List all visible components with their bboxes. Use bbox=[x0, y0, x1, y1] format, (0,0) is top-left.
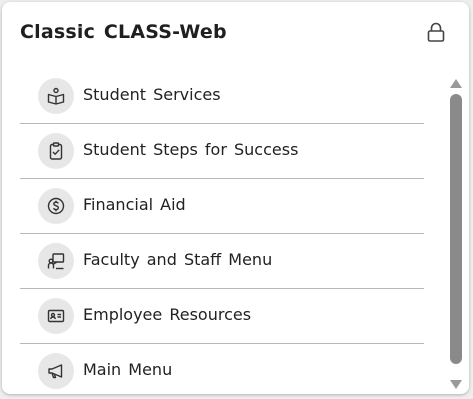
menu-item-main-menu[interactable]: Main Menu bbox=[20, 344, 424, 394]
lock-icon[interactable] bbox=[427, 22, 445, 42]
presentation-icon bbox=[38, 243, 74, 279]
classic-class-web-card: Classic CLASS-Web Student Services Stude… bbox=[2, 2, 469, 394]
clipboard-check-icon bbox=[38, 133, 74, 169]
menu-item-employee-resources[interactable]: Employee Resources bbox=[20, 289, 424, 344]
menu-item-label: Main Menu bbox=[83, 360, 173, 379]
menu-item-label: Faculty and Staff Menu bbox=[83, 250, 273, 269]
menu-item-student-services[interactable]: Student Services bbox=[20, 69, 424, 124]
open-book-icon bbox=[38, 78, 74, 114]
menu-list: Student Services Student Steps for Succe… bbox=[20, 69, 424, 394]
menu-item-student-steps-for-success[interactable]: Student Steps for Success bbox=[20, 124, 424, 179]
menu-item-faculty-and-staff-menu[interactable]: Faculty and Staff Menu bbox=[20, 234, 424, 289]
id-card-icon bbox=[38, 298, 74, 334]
menu-item-financial-aid[interactable]: Financial Aid bbox=[20, 179, 424, 234]
menu-item-label: Student Steps for Success bbox=[83, 140, 299, 159]
dollar-circle-icon bbox=[38, 188, 74, 224]
menu-item-label: Employee Resources bbox=[83, 305, 252, 324]
scrollbar-thumb[interactable] bbox=[450, 94, 462, 364]
scrollbar[interactable] bbox=[449, 72, 463, 390]
card-header: Classic CLASS-Web bbox=[2, 2, 469, 64]
card-title: Classic CLASS-Web bbox=[20, 21, 227, 43]
menu-item-label: Financial Aid bbox=[83, 195, 186, 214]
megaphone-icon bbox=[38, 353, 74, 389]
scroll-down-arrow-icon[interactable] bbox=[449, 376, 463, 389]
menu-item-label: Student Services bbox=[83, 85, 221, 104]
scroll-up-arrow-icon[interactable] bbox=[449, 74, 463, 88]
